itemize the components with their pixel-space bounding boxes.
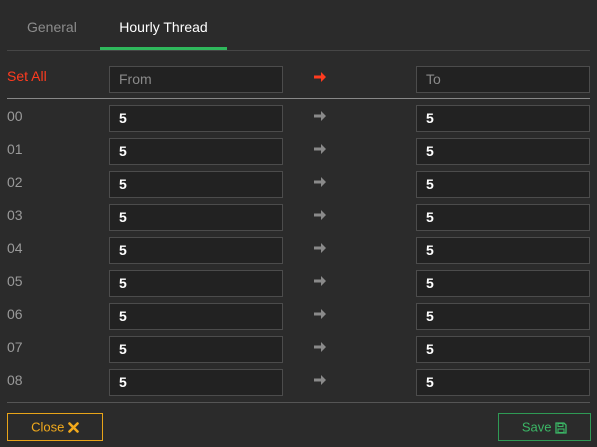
hour-label: 01 bbox=[7, 141, 23, 157]
to-input[interactable]: 5 bbox=[416, 204, 590, 231]
to-input[interactable]: 5 bbox=[416, 171, 590, 198]
from-input[interactable]: 5 bbox=[109, 138, 283, 165]
header-divider bbox=[7, 98, 590, 99]
arrow-right-icon bbox=[314, 210, 326, 220]
to-input[interactable]: 5 bbox=[416, 369, 590, 396]
arrow-right-icon bbox=[314, 72, 326, 82]
arrow-right-icon bbox=[314, 276, 326, 286]
from-input[interactable]: 5 bbox=[109, 105, 283, 132]
from-input[interactable]: 5 bbox=[109, 204, 283, 231]
from-input[interactable]: 5 bbox=[109, 336, 283, 363]
arrow-right-icon bbox=[314, 375, 326, 385]
set-all-to-input[interactable]: To bbox=[416, 66, 590, 93]
tab-hourly-thread[interactable]: Hourly Thread bbox=[100, 0, 227, 51]
from-input[interactable]: 5 bbox=[109, 303, 283, 330]
hour-label: 04 bbox=[7, 240, 23, 256]
close-button[interactable]: Close bbox=[7, 413, 103, 441]
to-input[interactable]: 5 bbox=[416, 237, 590, 264]
to-input[interactable]: 5 bbox=[416, 303, 590, 330]
hour-label: 03 bbox=[7, 207, 23, 223]
tab-bar: General Hourly Thread bbox=[0, 0, 597, 51]
from-input[interactable]: 5 bbox=[109, 369, 283, 396]
hour-label: 05 bbox=[7, 273, 23, 289]
hour-label: 08 bbox=[7, 372, 23, 388]
arrow-right-icon bbox=[314, 177, 326, 187]
save-button[interactable]: Save bbox=[498, 413, 591, 441]
set-all-link[interactable]: Set All bbox=[7, 68, 47, 84]
set-all-from-input[interactable]: From bbox=[109, 66, 283, 93]
to-input[interactable]: 5 bbox=[416, 105, 590, 132]
arrow-right-icon bbox=[314, 111, 326, 121]
hour-label: 06 bbox=[7, 306, 23, 322]
save-button-label: Save bbox=[521, 419, 552, 435]
hour-label: 00 bbox=[7, 108, 23, 124]
arrow-right-icon bbox=[314, 243, 326, 253]
from-input[interactable]: 5 bbox=[109, 171, 283, 198]
close-x-icon bbox=[68, 422, 79, 433]
from-input[interactable]: 5 bbox=[109, 270, 283, 297]
footer-divider bbox=[7, 402, 590, 403]
floppy-disk-icon bbox=[555, 421, 567, 434]
tab-divider bbox=[7, 50, 590, 51]
arrow-right-icon bbox=[314, 309, 326, 319]
close-button-label: Close bbox=[31, 419, 65, 435]
arrow-right-icon bbox=[314, 342, 326, 352]
from-input[interactable]: 5 bbox=[109, 237, 283, 264]
tab-general[interactable]: General bbox=[27, 0, 77, 51]
arrow-right-icon bbox=[314, 144, 326, 154]
to-input[interactable]: 5 bbox=[416, 270, 590, 297]
to-input[interactable]: 5 bbox=[416, 138, 590, 165]
hour-label: 02 bbox=[7, 174, 23, 190]
to-input[interactable]: 5 bbox=[416, 336, 590, 363]
hour-label: 07 bbox=[7, 339, 23, 355]
